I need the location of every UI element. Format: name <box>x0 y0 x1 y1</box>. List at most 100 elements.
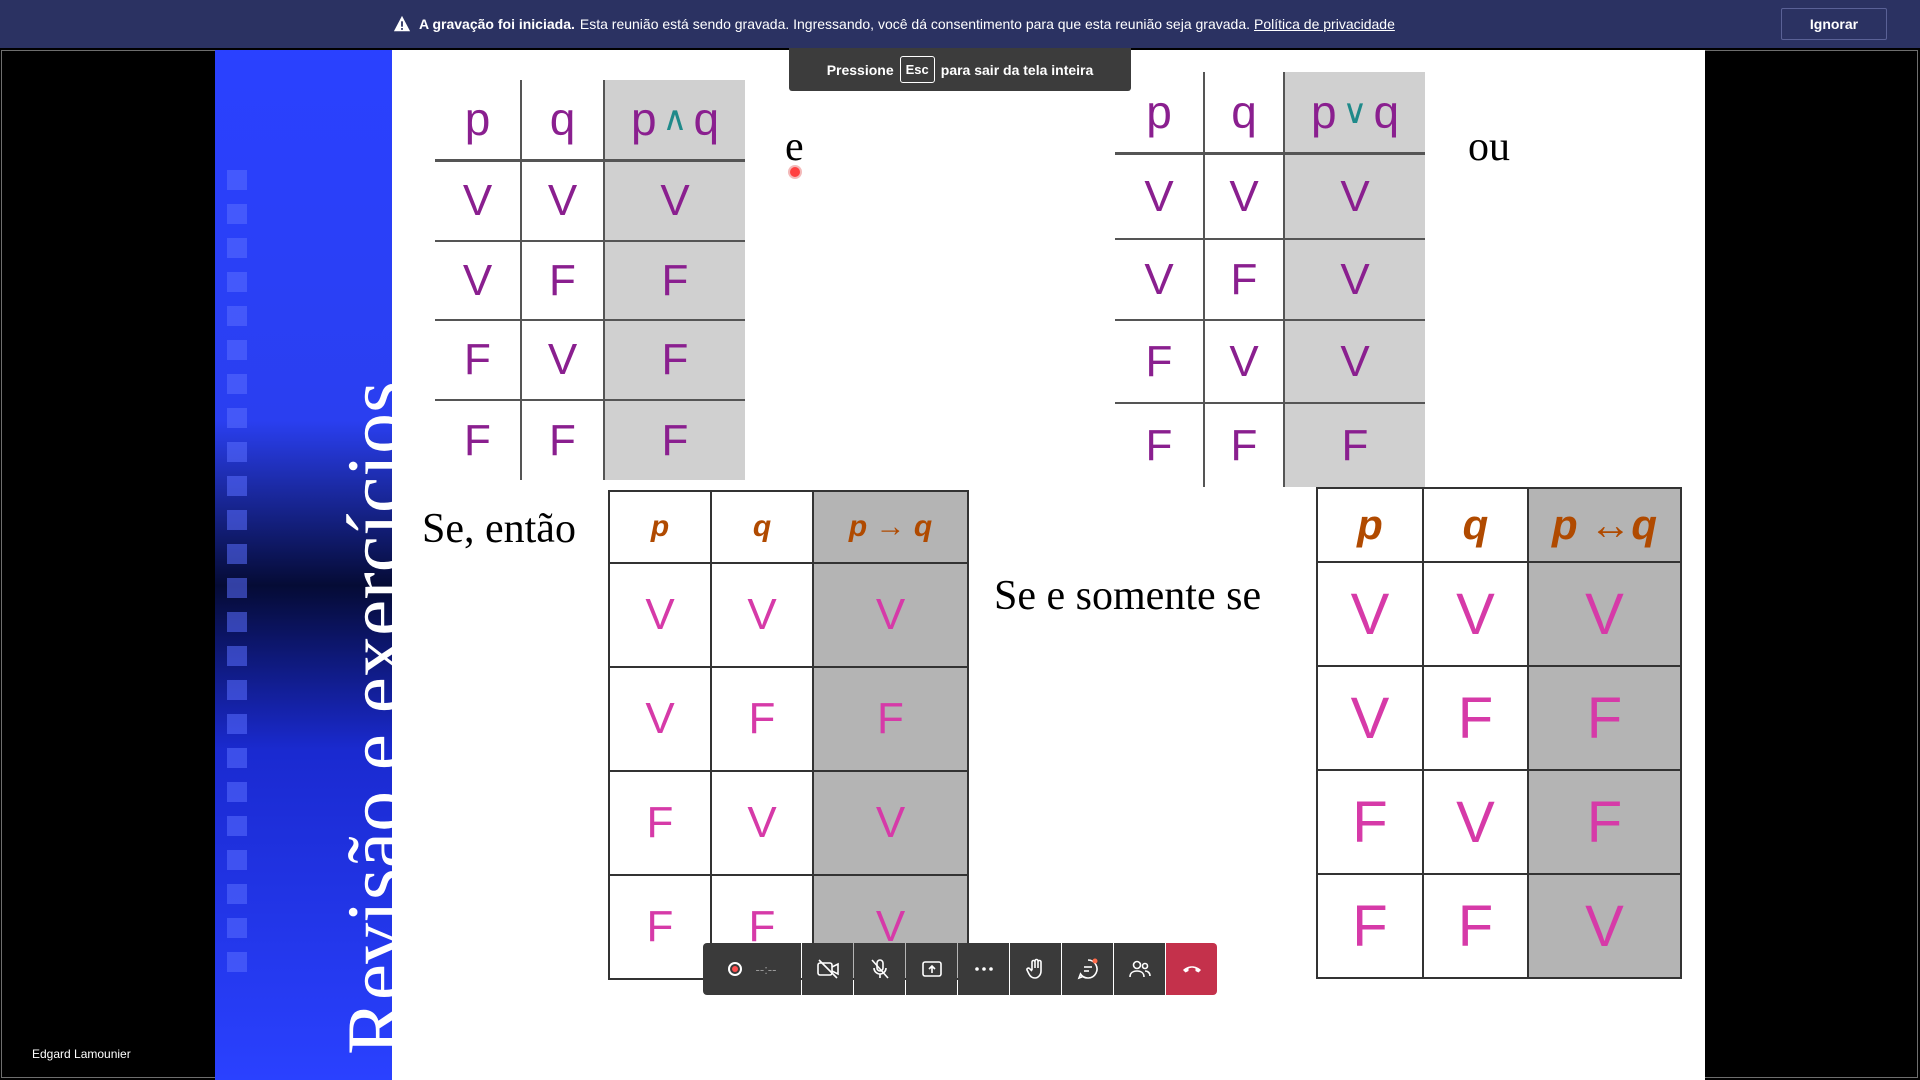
shared-screen: Revisão e exercícios p q p ∧ q V V V V F F… <box>0 48 1920 1080</box>
or-word: ou <box>1468 124 1510 170</box>
and-header-q: q <box>549 93 576 145</box>
esc-key: Esc <box>899 56 935 83</box>
or-cell: V <box>1144 254 1174 304</box>
if-header-result: p → q <box>812 490 969 564</box>
iff-cell: F <box>1316 873 1424 979</box>
recording-text: Esta reunião está sendo gravada. Ingress… <box>579 16 1250 32</box>
or-cell: V <box>1229 336 1259 386</box>
if-cell: F <box>710 666 814 772</box>
hand-icon <box>1025 958 1042 979</box>
ignore-button[interactable]: Ignorar <box>1781 8 1887 40</box>
or-header-result: p ∨ q <box>1310 86 1400 138</box>
warning-icon <box>393 15 411 32</box>
iff-word: Se e somente se <box>994 573 1262 619</box>
iff-cell: F <box>1422 873 1529 979</box>
if-cell: V <box>710 562 814 668</box>
if-cell: F <box>608 770 712 876</box>
or-cell: V <box>1229 171 1259 221</box>
and-cell: F <box>661 255 689 305</box>
meeting-controls: --:-- <box>703 943 1218 995</box>
and-cell: F <box>661 415 689 465</box>
or-cell: V <box>1340 254 1370 304</box>
if-cell: V <box>710 770 814 876</box>
camera-off-icon <box>816 959 839 979</box>
and-cell: V <box>547 176 578 225</box>
more-icon <box>974 967 993 971</box>
and-cell: V <box>462 176 493 225</box>
or-cell: V <box>1144 171 1174 221</box>
recording-title: A gravação foi iniciada. <box>419 16 575 32</box>
if-header-p: p <box>608 490 712 564</box>
or-truth-table: p q p ∨ q V V V V F V F V V F F F <box>1115 72 1435 487</box>
participant-name: Edgard Lamounier <box>32 1047 131 1061</box>
if-cell: V <box>608 562 712 668</box>
and-cell: F <box>661 335 689 384</box>
or-cell: F <box>1230 254 1258 304</box>
and-header-result: p ∧ q <box>630 93 720 145</box>
if-cell: V <box>812 770 969 876</box>
camera-off-button[interactable] <box>802 943 853 995</box>
if-then-truth-table: p q p → q VVV VFF FVV FFV <box>608 490 969 980</box>
and-cell: F <box>464 415 491 465</box>
iff-header-result: p ↔q <box>1527 487 1682 563</box>
recording-banner: A gravação foi iniciada. Esta reunião es… <box>0 0 1920 48</box>
and-cell: F <box>549 415 576 465</box>
or-cell: V <box>1340 336 1370 386</box>
raise-hand-button[interactable] <box>1010 943 1061 995</box>
privacy-policy-link[interactable]: Política de privacidade <box>1254 16 1395 32</box>
participants-icon <box>1128 960 1151 978</box>
and-cell: F <box>464 335 491 384</box>
iff-truth-table: p q p ↔q VVV VFF FVF FFV <box>1316 487 1682 979</box>
iff-cell: F <box>1422 665 1529 771</box>
and-cell: V <box>462 255 493 305</box>
if-cell: V <box>608 666 712 772</box>
more-options-button[interactable] <box>958 943 1009 995</box>
iff-cell: V <box>1527 561 1682 667</box>
iff-cell: V <box>1316 561 1424 667</box>
hang-up-icon <box>1182 966 1201 973</box>
iff-header-p: p <box>1316 487 1424 563</box>
iff-cell: F <box>1527 665 1682 771</box>
and-truth-table: p q p ∧ q V V V V F F F V F F F F <box>435 80 755 480</box>
chat-button[interactable] <box>1062 943 1113 995</box>
and-word: e <box>785 124 804 170</box>
record-icon <box>727 962 742 976</box>
slide-side-band: Revisão e exercícios <box>215 50 421 1080</box>
and-cell: V <box>547 335 578 384</box>
mic-off-icon <box>870 959 889 979</box>
and-header-p: p <box>464 93 491 145</box>
iff-header-q: q <box>1422 487 1529 563</box>
or-header-q: q <box>1231 86 1257 138</box>
or-cell: F <box>1341 420 1369 470</box>
and-cell: V <box>660 176 690 225</box>
if-then-word: Se, então <box>422 506 576 552</box>
leave-call-button[interactable] <box>1166 943 1217 995</box>
iff-cell: V <box>1422 561 1529 667</box>
or-cell: F <box>1145 336 1173 386</box>
participants-button[interactable] <box>1114 943 1165 995</box>
if-cell: V <box>812 562 969 668</box>
iff-cell: F <box>1527 769 1682 875</box>
if-cell: F <box>608 874 712 980</box>
or-cell: F <box>1145 420 1173 470</box>
presentation-slide: Revisão e exercícios p q p ∧ q V V V V F F… <box>215 50 1705 1080</box>
iff-cell: V <box>1316 665 1424 771</box>
recording-message: A gravação foi iniciada. Esta reunião es… <box>393 15 1395 33</box>
or-cell: V <box>1340 171 1370 221</box>
or-cell: F <box>1230 420 1258 470</box>
recording-indicator[interactable]: --:-- <box>703 943 801 995</box>
iff-cell: V <box>1527 873 1682 979</box>
mic-off-button[interactable] <box>854 943 905 995</box>
share-screen-button[interactable] <box>906 943 957 995</box>
iff-cell: V <box>1422 769 1529 875</box>
iff-cell: F <box>1316 769 1424 875</box>
fullscreen-exit-hint: Pressione Esc para sair da tela inteira <box>789 48 1131 91</box>
decorative-squares <box>227 170 247 986</box>
laser-pointer <box>790 167 800 177</box>
chat-icon <box>1077 958 1098 980</box>
share-screen-icon <box>921 961 942 977</box>
slide-title: Revisão e exercícios <box>330 381 421 1055</box>
if-header-q: q <box>710 490 814 564</box>
and-cell: F <box>549 255 576 305</box>
if-cell: F <box>812 666 969 772</box>
